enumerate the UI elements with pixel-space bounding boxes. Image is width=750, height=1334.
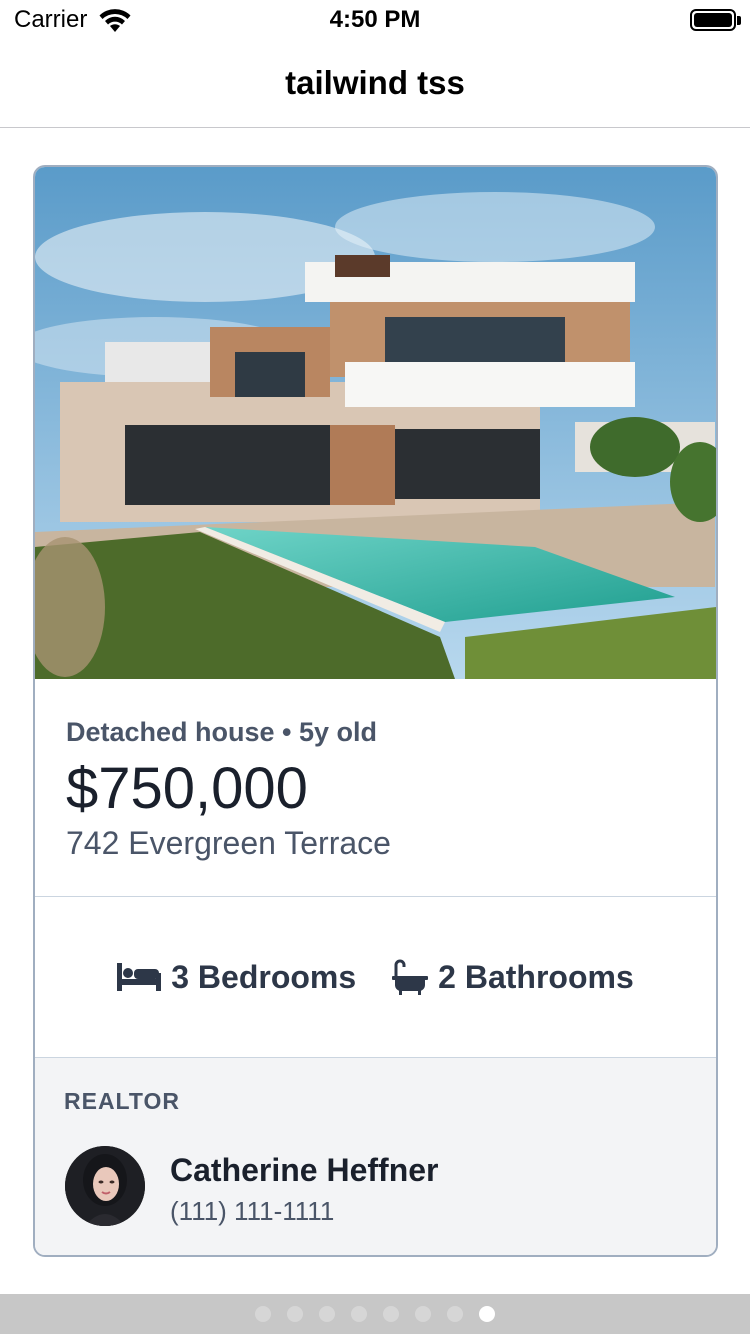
house-with-pool-photo (35, 167, 716, 679)
realtor-name: Catherine Heffner (170, 1152, 439, 1188)
page-dot[interactable] (447, 1306, 463, 1322)
listing-info: Detached house • 5y old $750,000 742 Eve… (35, 679, 716, 897)
realtor-phone[interactable]: (111) 111-1111 (170, 1196, 334, 1227)
page-dot[interactable] (255, 1306, 271, 1322)
page-indicator[interactable] (0, 1294, 750, 1334)
listing-features: 3 Bedrooms 2 Bathrooms (35, 897, 716, 1057)
page-dot[interactable] (383, 1306, 399, 1322)
bedrooms-label: 3 Bedrooms (171, 958, 357, 995)
avatar[interactable] (65, 1146, 145, 1226)
page-dot[interactable] (287, 1306, 303, 1322)
clock: 4:50 PM (329, 6, 421, 33)
page-title: tailwind tss (285, 64, 465, 101)
property-type: Detached house • 5y old (66, 717, 378, 747)
listing-price: $750,000 (66, 756, 308, 821)
listing-card[interactable]: Detached house • 5y old $750,000 742 Eve… (33, 165, 718, 1257)
battery-tip (737, 16, 741, 25)
realtor-section: REALTOR Catherine Heffner (111) 111-1111 (35, 1057, 716, 1255)
bedrooms-feature: 3 Bedrooms (117, 959, 356, 996)
bathtub-icon (392, 959, 429, 995)
bed-icon (117, 963, 162, 991)
bathrooms-feature: 2 Bathrooms (392, 959, 634, 996)
battery-icon (690, 9, 736, 31)
status-bar: Carrier 4:50 PM (0, 0, 750, 40)
navigation-bar: tailwind tss (0, 40, 750, 128)
page-dot[interactable] (319, 1306, 335, 1322)
page-dot[interactable] (479, 1306, 495, 1322)
listing-address: 742 Evergreen Terrace (66, 825, 391, 861)
page-dot[interactable] (351, 1306, 367, 1322)
realtor-heading: REALTOR (64, 1088, 181, 1114)
bathrooms-label: 2 Bathrooms (438, 958, 634, 995)
page-dot[interactable] (415, 1306, 431, 1322)
